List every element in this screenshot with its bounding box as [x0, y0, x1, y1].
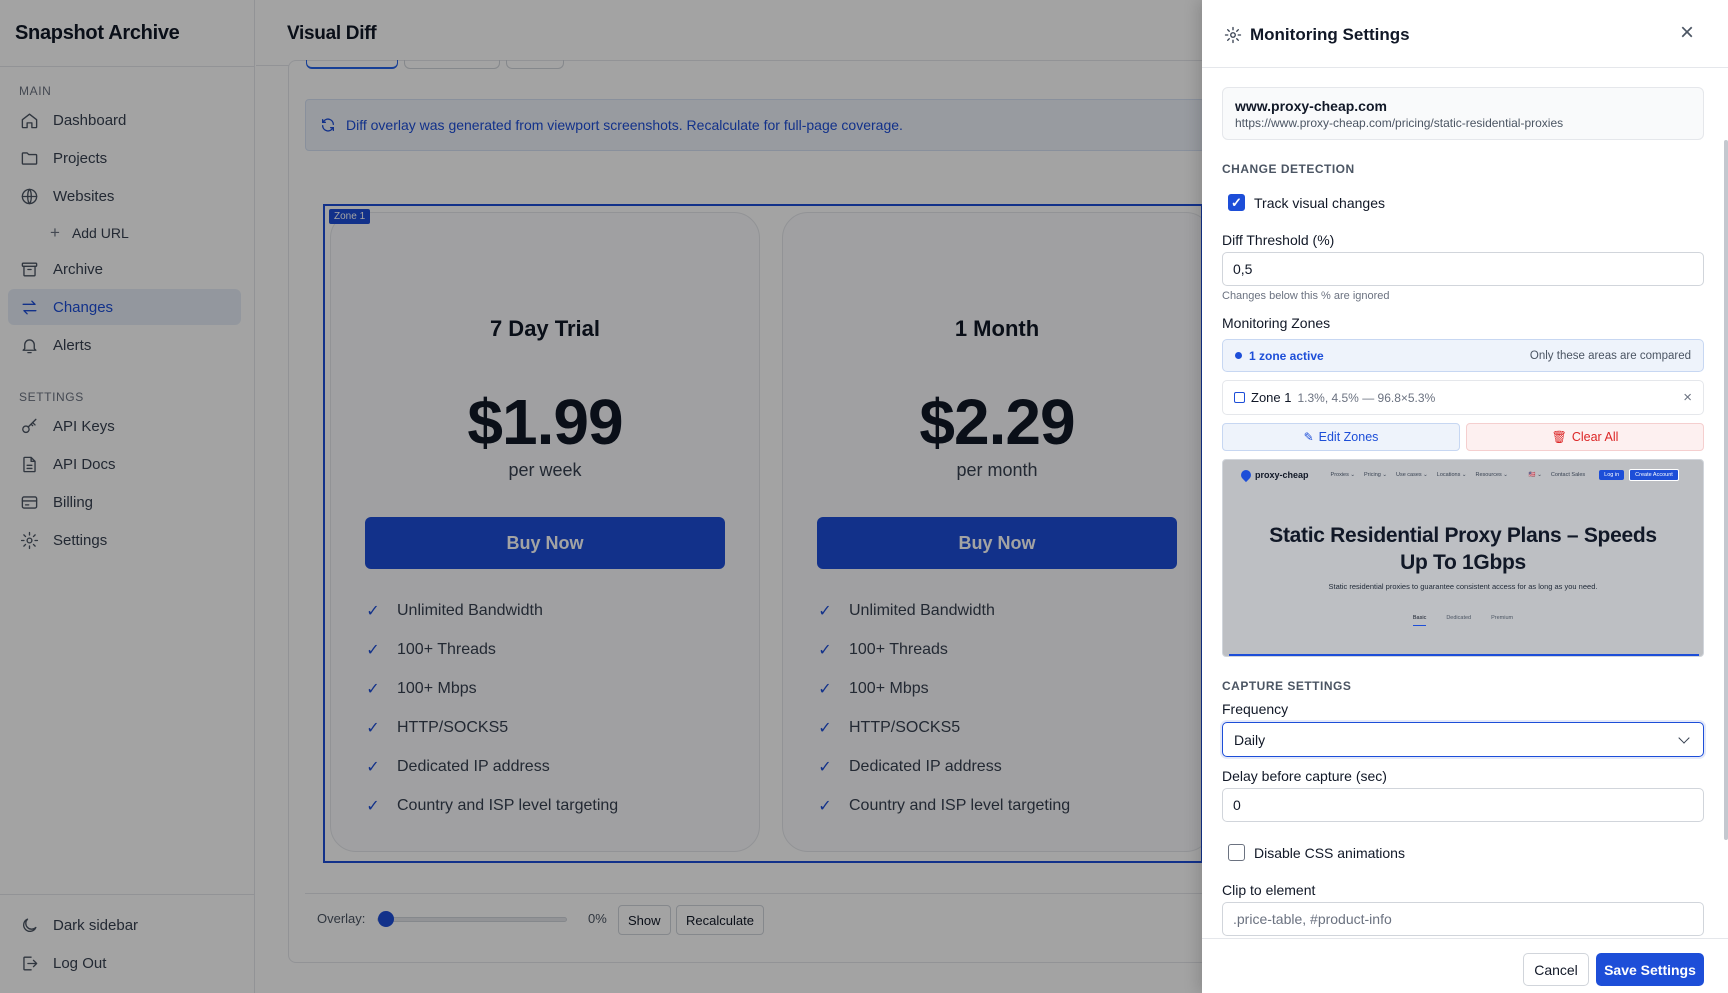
clip-label: Clip to element — [1222, 882, 1316, 898]
zone-square-icon — [1234, 392, 1245, 403]
preview-nav-link: Proxies ⌄ — [1330, 472, 1356, 478]
frequency-value: Daily — [1234, 731, 1266, 748]
monitoring-settings-panel: Monitoring Settings × www.proxy-cheap.co… — [1202, 0, 1728, 993]
panel-footer: Cancel Save Settings — [1202, 938, 1728, 993]
site-info: www.proxy-cheap.com https://www.proxy-ch… — [1222, 87, 1704, 140]
preview-nav-link: Locations ⌄ — [1436, 472, 1467, 478]
diff-threshold-hint: Changes below this % are ignored — [1222, 290, 1390, 302]
panel-header: Monitoring Settings × — [1202, 0, 1728, 68]
preview-logo-text: proxy-cheap — [1255, 470, 1309, 480]
zones-note: Only these areas are compared — [1529, 349, 1691, 362]
zones-active-badge: 1 zone active Only these areas are compa… — [1222, 339, 1704, 372]
delay-label: Delay before capture (sec) — [1222, 768, 1387, 784]
preview-nav-link: Use cases ⌄ — [1395, 472, 1428, 478]
zone-name: Zone 1 — [1251, 390, 1292, 405]
section-change-detection: CHANGE DETECTION — [1222, 162, 1355, 176]
pencil-icon: ✎ — [1303, 430, 1314, 444]
diff-threshold-input[interactable]: 0,5 — [1222, 252, 1704, 286]
scrollbar[interactable] — [1724, 140, 1728, 840]
site-url: https://www.proxy-cheap.com/pricing/stat… — [1235, 116, 1564, 130]
preview-login: Log in — [1599, 470, 1625, 480]
chevron-down-icon — [1678, 731, 1690, 744]
zone-list-item[interactable]: Zone 1 1.3%, 4.5% — 96.8×5.3% × — [1222, 380, 1704, 415]
preview-subtitle: Static residential proxies to guarantee … — [1328, 582, 1598, 591]
disable-css-checkbox[interactable] — [1228, 844, 1245, 861]
frequency-select[interactable]: Daily — [1222, 722, 1704, 757]
preview-create: Create Account — [1629, 469, 1679, 481]
status-dot-icon — [1235, 352, 1242, 359]
frequency-label: Frequency — [1222, 701, 1289, 717]
clear-all-button[interactable]: 🗑 Clear All — [1466, 423, 1704, 451]
delay-input[interactable]: 0 — [1222, 788, 1704, 822]
remove-zone-icon[interactable]: × — [1683, 389, 1692, 406]
logo-pin-icon — [1238, 467, 1254, 483]
edit-zones-button[interactable]: ✎ Edit Zones — [1222, 423, 1460, 451]
close-icon[interactable]: × — [1680, 21, 1694, 45]
cancel-button[interactable]: Cancel — [1523, 953, 1589, 986]
clip-input[interactable]: .price-table, #product-info — [1222, 902, 1704, 936]
zone-coords: 1.3%, 4.5% — 96.8×5.3% — [1297, 390, 1436, 405]
preview-nav-link: Contact Sales — [1550, 472, 1586, 478]
preview-nav-link: 🇺🇸 ⌄ — [1528, 472, 1542, 478]
disable-css-label: Disable CSS animations — [1254, 845, 1405, 861]
preview-tab: Dedicated — [1446, 615, 1472, 621]
section-capture-settings: CAPTURE SETTINGS — [1222, 679, 1352, 693]
preview-tab: Premium — [1491, 615, 1514, 621]
gear-icon — [1224, 26, 1242, 44]
monitoring-zones-label: Monitoring Zones — [1222, 315, 1331, 331]
preview-nav-link: Pricing ⌄ — [1364, 472, 1387, 478]
track-visual-checkbox[interactable]: ✓ — [1228, 194, 1245, 211]
page-preview[interactable]: proxy-cheap Proxies ⌄ Pricing ⌄ Use case… — [1222, 459, 1704, 657]
preview-nav: proxy-cheap Proxies ⌄ Pricing ⌄ Use case… — [1223, 460, 1703, 490]
preview-zone-bar — [1229, 654, 1699, 656]
preview-tab: Basic — [1412, 615, 1427, 626]
diff-threshold-label: Diff Threshold (%) — [1222, 232, 1335, 248]
preview-logo: proxy-cheap — [1238, 467, 1309, 483]
zones-active-label: 1 zone active — [1249, 348, 1324, 363]
clear-all-label: Clear All — [1571, 430, 1619, 444]
site-name: www.proxy-cheap.com — [1235, 98, 1387, 114]
track-visual-label: Track visual changes — [1254, 195, 1385, 211]
preview-headline: Static Residential Proxy Plans – Speeds … — [1269, 524, 1657, 574]
trash-icon: 🗑 — [1551, 430, 1567, 444]
edit-zones-label: Edit Zones — [1318, 430, 1379, 444]
panel-title: Monitoring Settings — [1250, 25, 1410, 44]
save-settings-button[interactable]: Save Settings — [1596, 953, 1704, 986]
preview-tabs: Basic Dedicated Premium — [1223, 615, 1703, 626]
preview-nav-link: Resources ⌄ — [1475, 472, 1508, 478]
